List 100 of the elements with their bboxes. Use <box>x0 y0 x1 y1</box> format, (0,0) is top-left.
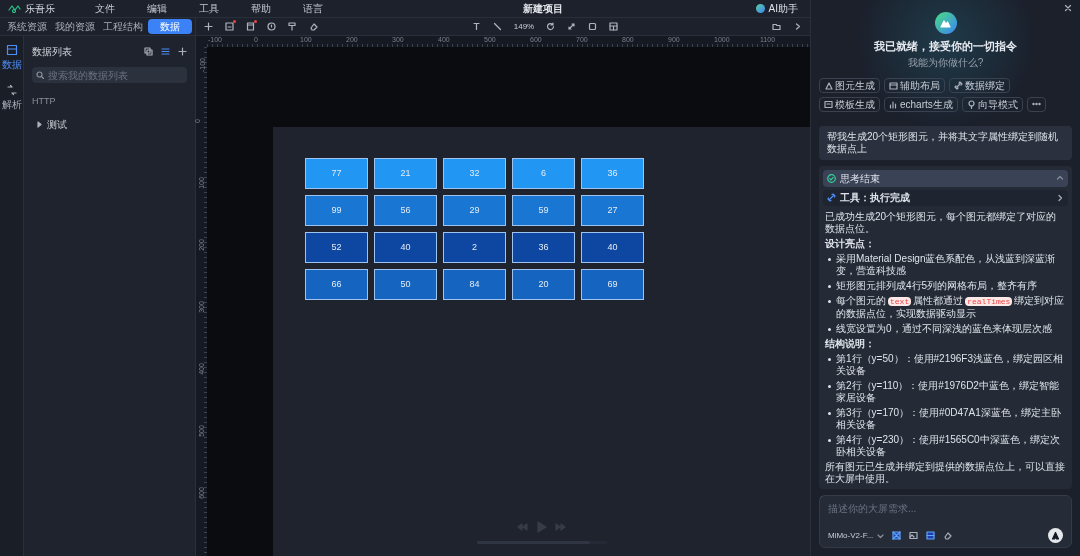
chevron-right-icon[interactable] <box>793 22 802 31</box>
folder-icon[interactable] <box>772 22 781 31</box>
table-icon[interactable] <box>926 531 936 540</box>
chevron-right-icon <box>1056 193 1064 202</box>
rail-icon <box>5 44 18 56</box>
paint-roller-icon[interactable] <box>288 22 297 31</box>
copy-icon[interactable] <box>144 47 153 56</box>
send-icon <box>1051 531 1060 540</box>
quick-action-chip[interactable]: 数据绑定 <box>949 77 1010 93</box>
bullet-text: 第2行（y=110）：使用#1976D2中蓝色，绑定智能家居设备 <box>836 379 1060 404</box>
bullet-icon <box>828 299 831 303</box>
bullet-text: 矩形图元排列成4行5列的网格布局，整齐有序 <box>836 279 1038 292</box>
rectangle-element: 40 <box>581 232 644 263</box>
chip-icon <box>966 99 976 109</box>
send-button[interactable] <box>1048 528 1063 543</box>
rectangle-element: 21 <box>374 158 437 189</box>
model-selector[interactable]: MiMo-V2-F... <box>828 529 885 542</box>
bullet-text: 第4行（y=230）：使用#1565C0中深蓝色，绑定次卧相关设备 <box>836 433 1061 458</box>
rectangle-element: 69 <box>581 269 644 300</box>
rectangle-element: 6 <box>512 158 575 189</box>
caret-icon <box>877 532 885 539</box>
tree-item[interactable]: 测试 <box>32 116 187 132</box>
rectangle-element: 36 <box>581 158 644 189</box>
bullet-icon <box>828 411 831 415</box>
bullet-text: 第1行（y=50）：使用#2196F3浅蓝色，绑定园区相关设备 <box>836 352 1064 377</box>
source-tab[interactable]: 数据 <box>148 19 192 34</box>
source-tab[interactable]: 系统资源 <box>4 19 50 34</box>
eraser-icon[interactable] <box>309 22 318 31</box>
inline-code: realTimes <box>965 296 1013 306</box>
menu-item[interactable]: 文件 <box>87 1 123 16</box>
assistant-icon <box>755 4 765 13</box>
bullet-text: 第3行（y=170）：使用#0D47A1深蓝色，绑定主卧相关设备 <box>836 406 1062 431</box>
image-icon[interactable] <box>909 531 919 540</box>
refresh-icon[interactable] <box>546 22 556 31</box>
quick-action-chip[interactable]: echarts生成 <box>884 96 958 112</box>
bullet-icon <box>828 257 831 261</box>
search-icon <box>36 71 44 79</box>
inline-code: text <box>888 296 912 306</box>
rectangle-element: 66 <box>305 269 368 300</box>
source-tab[interactable]: 工程结构 <box>100 19 146 34</box>
chip-icon <box>889 80 898 90</box>
menu-item[interactable]: 编辑 <box>139 1 175 16</box>
clock-icon[interactable] <box>267 22 276 31</box>
close-icon[interactable] <box>1064 4 1072 12</box>
bullet-icon <box>828 384 831 388</box>
reply-heading: 结构说明： <box>825 337 876 350</box>
user-message: 帮我生成20个矩形图元，并将其文字属性绑定到随机数据点上 <box>819 125 1072 160</box>
reply-paragraph: 所有图元已生成并绑定到提供的数据点位上，可以直接在大屏中使用。 <box>825 460 1066 485</box>
rectangle-element: 27 <box>581 195 644 226</box>
fit-icon[interactable] <box>567 22 577 31</box>
rectangle-element: 52 <box>305 232 368 263</box>
more-button[interactable] <box>1026 96 1046 112</box>
document-icon[interactable] <box>246 22 255 31</box>
quick-action-chip[interactable]: 辅助布局 <box>884 77 945 93</box>
chip-icon <box>954 80 963 90</box>
bullet-icon <box>828 327 831 331</box>
quick-action-chip[interactable]: 模板生成 <box>819 96 880 112</box>
tool-status-bar[interactable]: 工具：执行完成 <box>823 189 1068 206</box>
menu-item[interactable]: 工具 <box>191 1 227 16</box>
square-icon[interactable] <box>588 22 598 31</box>
assistant-heading: 我已就绪，接受你的一切指令 <box>874 39 1017 54</box>
grid-layout-icon[interactable] <box>609 22 619 31</box>
rectangle-element: 32 <box>443 158 506 189</box>
eraser-icon[interactable] <box>943 531 953 540</box>
logo-icon <box>8 4 21 13</box>
plus-icon[interactable] <box>178 47 187 56</box>
grid-icon[interactable] <box>892 531 902 540</box>
bullet-text: 线宽设置为0，通过不同深浅的蓝色来体现层次感 <box>836 322 1052 335</box>
quick-action-chip[interactable]: 向导模式 <box>961 96 1023 112</box>
rectangle-element: 77 <box>305 158 368 189</box>
thinking-toggle[interactable]: 思考结束 <box>823 169 1068 187</box>
chip-icon <box>824 80 833 90</box>
rectangle-element: 50 <box>374 269 437 300</box>
chip-icon <box>889 99 898 109</box>
menu-item[interactable]: 语言 <box>295 1 331 16</box>
bullet-icon <box>828 438 831 442</box>
project-title: 新建项目 <box>523 2 564 16</box>
ai-assistant-button[interactable]: AI助手 <box>755 1 798 16</box>
tool-status: 工具：执行完成 <box>840 191 910 205</box>
sidebar-tab[interactable]: 解析 <box>1 84 22 112</box>
list-icon[interactable] <box>161 47 170 56</box>
quick-action-chip[interactable]: 图元生成 <box>819 77 880 93</box>
plus-icon[interactable] <box>204 22 213 31</box>
line-tool-icon[interactable] <box>492 22 502 31</box>
rectangle-element: 56 <box>374 195 437 226</box>
text-tool-icon[interactable] <box>471 22 481 31</box>
chip-icon <box>824 99 833 109</box>
save-icon[interactable] <box>225 22 234 31</box>
zoom-level: 149% <box>513 20 535 33</box>
sidebar-tab[interactable]: 数据 <box>1 44 22 72</box>
rectangle-element: 84 <box>443 269 506 300</box>
rectangle-element: 59 <box>512 195 575 226</box>
menu-item[interactable]: 帮助 <box>243 1 279 16</box>
fast-forward-icon <box>555 522 567 532</box>
more-icon <box>1031 102 1041 106</box>
play-icon <box>536 521 547 533</box>
rectangle-element: 36 <box>512 232 575 263</box>
chat-input-box[interactable]: 描述你的大屏需求... MiMo-V2-F... <box>819 495 1072 548</box>
rewind-icon <box>516 522 528 532</box>
source-tab[interactable]: 我的资源 <box>52 19 98 34</box>
